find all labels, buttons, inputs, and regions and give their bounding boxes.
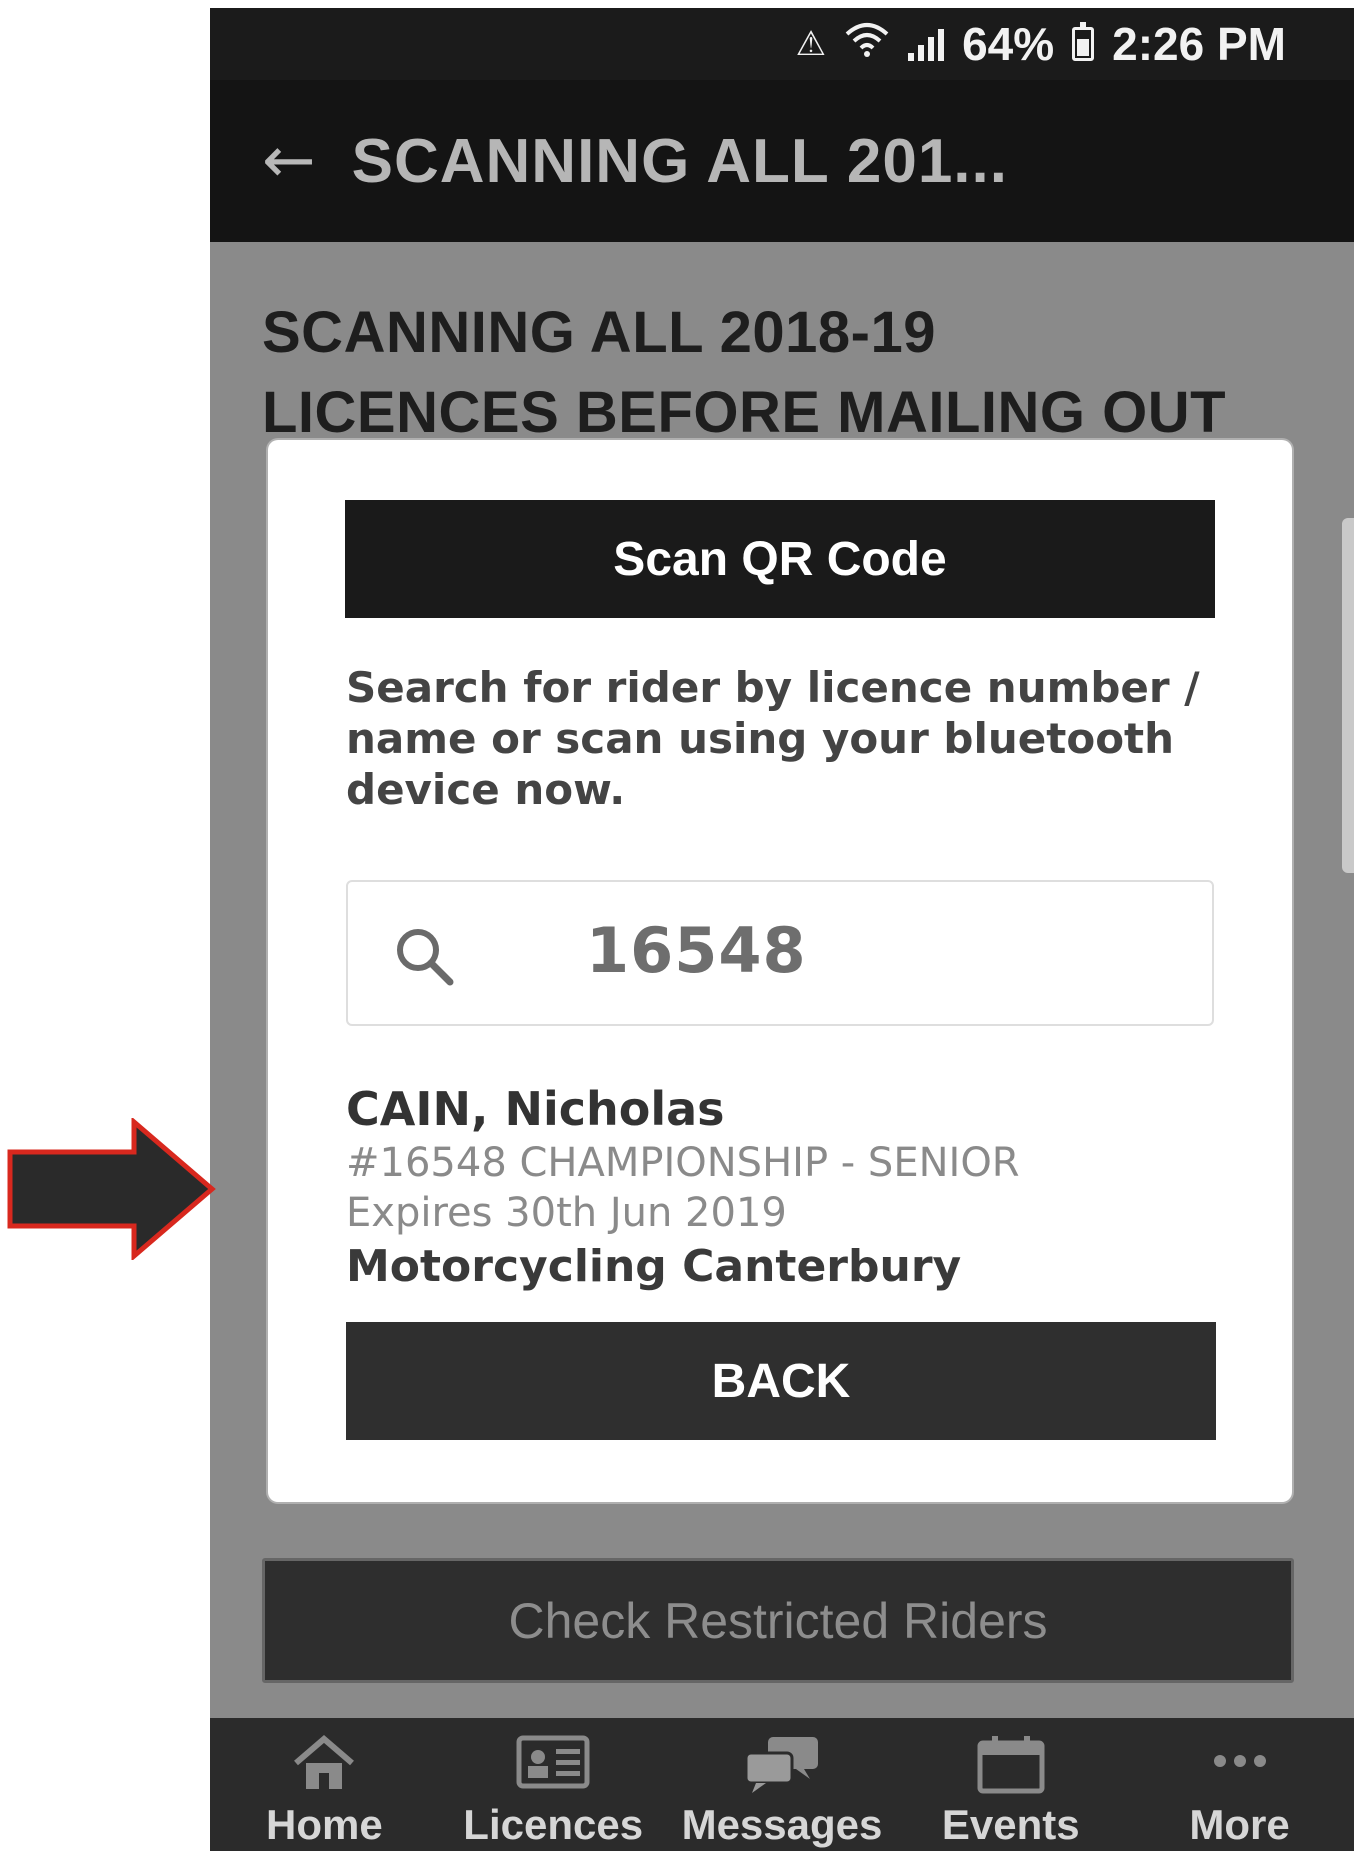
nav-item-more[interactable]: More (1130, 1735, 1350, 1849)
chat-bubbles-icon (744, 1735, 820, 1795)
rider-search-dialog: Scan QR Code Search for rider by licence… (268, 440, 1292, 1502)
nav-label-more: More (1189, 1801, 1290, 1848)
nav-label-licences: Licences (463, 1801, 644, 1848)
nav-label-events: Events (941, 1801, 1080, 1848)
nav-item-licences[interactable]: Licences (443, 1735, 663, 1849)
nav-item-messages[interactable]: Messages (672, 1735, 892, 1849)
battery-icon (1072, 22, 1095, 61)
app-bar-title: SCANNING ALL 201... (351, 126, 1008, 196)
search-instructions: Search for rider by licence number / nam… (346, 663, 1200, 814)
scan-qr-code-button[interactable]: Scan QR Code (345, 500, 1215, 618)
home-icon (292, 1735, 356, 1795)
arrow-left-icon[interactable]: ← (262, 129, 316, 193)
signal-icon (908, 27, 945, 61)
clock: 2:26 PM (1112, 18, 1286, 70)
nav-label-home: Home (266, 1801, 383, 1848)
calendar-icon (976, 1735, 1046, 1795)
wifi-icon (844, 22, 890, 67)
rider-licence: #16548 CHAMPIONSHIP - SENIOR (346, 1140, 1020, 1186)
rider-name: CAIN, Nicholas (346, 1082, 725, 1136)
more-dots-icon (1210, 1735, 1270, 1795)
nav-item-events[interactable]: Events (901, 1735, 1121, 1849)
check-restricted-riders-button[interactable]: Check Restricted Riders (262, 1558, 1294, 1683)
search-icon (390, 922, 460, 992)
rider-result[interactable]: CAIN, Nicholas #16548 CHAMPIONSHIP - SEN… (346, 1080, 1246, 1296)
annotation-arrow-icon (7, 1118, 216, 1260)
back-button[interactable]: BACK (346, 1322, 1216, 1440)
data-saver-icon: ⚠ (795, 25, 827, 63)
rider-club: Motorcycling Canterbury (346, 1241, 962, 1292)
search-input[interactable] (586, 914, 1186, 987)
scrollbar-thumb[interactable] (1342, 518, 1354, 873)
app-bar: ← SCANNING ALL 201... (210, 80, 1354, 242)
battery-percent: 64% (962, 18, 1055, 70)
status-bar: ⚠ 64% 2:26 PM (210, 8, 1354, 80)
bottom-navigation: Home Licences Messages Events More (210, 1718, 1354, 1851)
search-field[interactable] (346, 880, 1214, 1026)
page-title-line-1: SCANNING ALL 2018-19 (262, 300, 936, 365)
id-card-icon (516, 1735, 590, 1795)
rider-expiry: Expires 30th Jun 2019 (346, 1190, 787, 1236)
nav-label-messages: Messages (681, 1801, 883, 1848)
nav-item-home[interactable]: Home (214, 1735, 434, 1849)
page-title: SCANNING ALL 2018-19 LICENCES BEFORE MAI… (262, 293, 1302, 453)
